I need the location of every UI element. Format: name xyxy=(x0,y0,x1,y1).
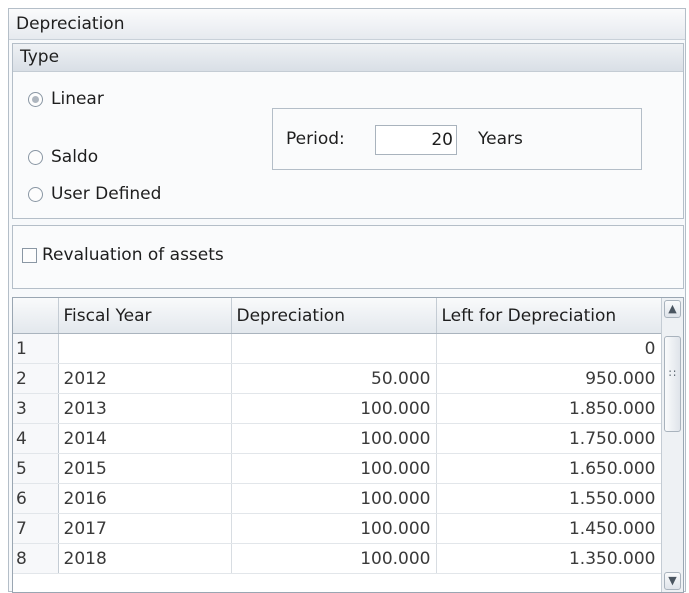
radio-user-defined[interactable]: User Defined xyxy=(28,181,161,207)
radio-user-defined-label: User Defined xyxy=(51,184,162,204)
left-for-depreciation-cell[interactable]: 1.850.000 xyxy=(436,393,662,424)
table-row[interactable]: 7 2017 100.000 1.450.000 xyxy=(13,513,662,544)
depreciation-table: Fiscal Year Depreciation Left for Deprec… xyxy=(13,298,662,574)
fiscal-year-cell[interactable]: 2012 xyxy=(58,363,232,394)
column-header-rownum[interactable] xyxy=(13,298,59,334)
depreciation-grid: Fiscal Year Depreciation Left for Deprec… xyxy=(12,297,684,593)
vertical-scrollbar[interactable]: ▲ ∷ ▼ xyxy=(661,298,683,592)
table-row[interactable]: 6 2016 100.000 1.550.000 xyxy=(13,483,662,514)
revaluation-group: Revaluation of assets xyxy=(12,225,684,289)
table-row[interactable]: 2 2012 50.000 950.000 xyxy=(13,363,662,394)
depreciation-cell[interactable]: 100.000 xyxy=(231,513,437,544)
left-for-depreciation-cell[interactable]: 1.450.000 xyxy=(436,513,662,544)
depreciation-cell[interactable]: 100.000 xyxy=(231,423,437,454)
depreciation-cell[interactable]: 100.000 xyxy=(231,393,437,424)
left-for-depreciation-cell[interactable]: 1.350.000 xyxy=(436,543,662,574)
fiscal-year-cell[interactable] xyxy=(58,333,232,364)
row-number-cell: 6 xyxy=(13,483,59,514)
grip-icon: ∷ xyxy=(669,367,676,380)
type-header: Type xyxy=(13,44,683,72)
radio-linear[interactable]: Linear xyxy=(28,86,104,112)
depreciation-panel: Depreciation Type Linear Saldo User Defi… xyxy=(8,8,686,593)
radio-saldo[interactable]: Saldo xyxy=(28,144,98,170)
row-number-cell: 1 xyxy=(13,333,59,364)
radio-user-defined-indicator[interactable] xyxy=(28,186,43,202)
row-number-cell: 3 xyxy=(13,393,59,424)
fiscal-year-cell[interactable]: 2013 xyxy=(58,393,232,424)
period-input[interactable] xyxy=(375,125,457,155)
column-header-depreciation[interactable]: Depreciation xyxy=(231,298,437,334)
fiscal-year-cell[interactable]: 2014 xyxy=(58,423,232,454)
table-row[interactable]: 4 2014 100.000 1.750.000 xyxy=(13,423,662,454)
period-unit-label: Years xyxy=(478,129,523,149)
period-box: Period: Years xyxy=(272,108,642,170)
depreciation-cell[interactable]: 100.000 xyxy=(231,453,437,484)
left-for-depreciation-cell[interactable]: 1.650.000 xyxy=(436,453,662,484)
fiscal-year-cell[interactable]: 2018 xyxy=(58,543,232,574)
fiscal-year-cell[interactable]: 2015 xyxy=(58,453,232,484)
scrollbar-thumb[interactable]: ∷ xyxy=(664,336,681,432)
fiscal-year-cell[interactable]: 2017 xyxy=(58,513,232,544)
chevron-down-icon[interactable]: ▼ xyxy=(664,572,681,590)
row-number-cell: 2 xyxy=(13,363,59,394)
revaluation-checkbox[interactable] xyxy=(22,247,37,263)
revaluation-label: Revaluation of assets xyxy=(42,245,224,265)
radio-linear-label: Linear xyxy=(51,89,104,109)
table-row[interactable]: 8 2018 100.000 1.350.000 xyxy=(13,543,662,574)
left-for-depreciation-cell[interactable]: 1.750.000 xyxy=(436,423,662,454)
row-number-cell: 4 xyxy=(13,423,59,454)
row-number-cell: 8 xyxy=(13,543,59,574)
row-number-cell: 5 xyxy=(13,453,59,484)
revaluation-checkbox-row[interactable]: Revaluation of assets xyxy=(22,245,224,265)
grid-header-row: Fiscal Year Depreciation Left for Deprec… xyxy=(13,298,662,334)
row-number-cell: 7 xyxy=(13,513,59,544)
type-group: Type Linear Saldo User Defined Period: Y… xyxy=(12,43,684,219)
depreciation-cell[interactable] xyxy=(231,333,437,364)
depreciation-header: Depreciation xyxy=(9,9,685,40)
table-row[interactable]: 3 2013 100.000 1.850.000 xyxy=(13,393,662,424)
left-for-depreciation-cell[interactable]: 1.550.000 xyxy=(436,483,662,514)
fiscal-year-cell[interactable]: 2016 xyxy=(58,483,232,514)
column-header-fiscal-year[interactable]: Fiscal Year xyxy=(58,298,232,334)
table-row[interactable]: 1 0 xyxy=(13,333,662,364)
depreciation-cell[interactable]: 50.000 xyxy=(231,363,437,394)
radio-linear-indicator[interactable] xyxy=(28,91,43,107)
depreciation-cell[interactable]: 100.000 xyxy=(231,543,437,574)
table-row[interactable]: 5 2015 100.000 1.650.000 xyxy=(13,453,662,484)
radio-saldo-indicator[interactable] xyxy=(28,149,43,165)
chevron-up-icon[interactable]: ▲ xyxy=(664,300,681,318)
left-for-depreciation-cell[interactable]: 950.000 xyxy=(436,363,662,394)
depreciation-cell[interactable]: 100.000 xyxy=(231,483,437,514)
period-label: Period: xyxy=(286,129,345,149)
column-header-left-for-depreciation[interactable]: Left for Depreciation xyxy=(436,298,662,334)
left-for-depreciation-cell[interactable]: 0 xyxy=(436,333,662,364)
radio-saldo-label: Saldo xyxy=(51,147,99,167)
